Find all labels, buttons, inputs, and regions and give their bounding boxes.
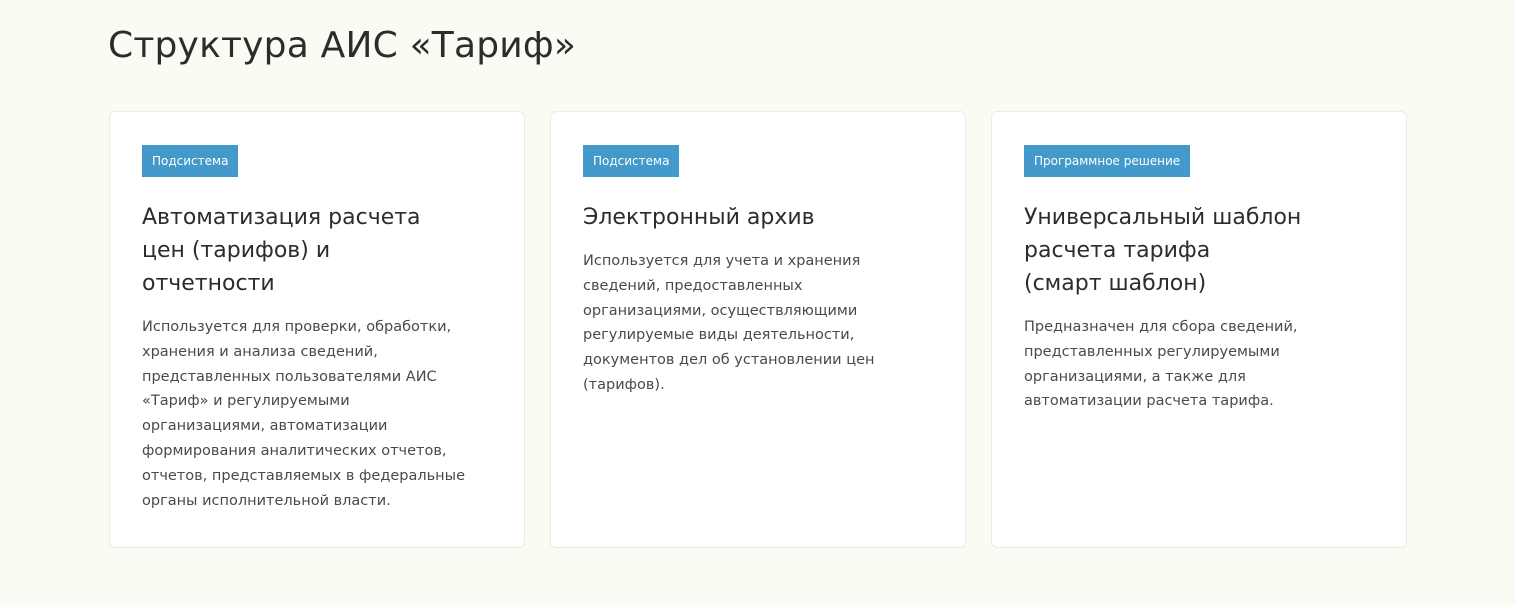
card-description-line: Предназначен для сбора сведений, — [1024, 319, 1298, 335]
card-description-line: сведений, предоставленных — [583, 277, 803, 294]
card-description-line: Используется для проверки, обработки, — [142, 319, 452, 335]
card-description-line: хранения и анализа сведений, — [142, 343, 378, 360]
card-smart-template[interactable]: Программное решение Универсальный шаблон… — [991, 111, 1407, 548]
card-description-line: организациями, автоматизации — [142, 418, 388, 435]
card-description-line: формирования аналитических отчетов, — [142, 442, 447, 459]
card-description-line: документов дел об установлении цен — [583, 352, 875, 369]
category-badge: Подсистема — [583, 145, 680, 177]
category-badge: Подсистема — [142, 145, 239, 177]
category-badge: Программное решение — [1024, 145, 1191, 177]
card-description-line: отчетов, представляемых в федеральные — [142, 467, 466, 484]
card-description-line: регулируемые виды деятельности, — [583, 327, 855, 344]
card-description: Используется для учета и хранения сведен… — [583, 249, 945, 398]
card-title-line: цен (тарифов) и — [142, 238, 331, 263]
card-description-line: (тарифов). — [583, 376, 665, 393]
card-description-line: автоматизации расчета тарифа. — [1024, 393, 1274, 410]
card-description-line: организациями, а также для — [1024, 368, 1246, 385]
card-title-line: Электронный архив — [583, 205, 815, 230]
structure-section: Структура АИС «Тариф» Подсистема Автомат… — [0, 0, 1515, 605]
page-title: Структура АИС «Тариф» — [108, 25, 577, 66]
card-description-line: Используется для учета и хранения — [583, 253, 861, 269]
card-title-line: Автоматизация расчета — [142, 205, 421, 230]
card-title-line: расчета тарифа — [1024, 238, 1211, 263]
card-title-line: (смарт шаблон) — [1024, 271, 1207, 296]
card-description-line: представленных пользователями АИС — [142, 368, 437, 385]
card-description-line: «Тариф» и регулируемыми — [142, 393, 350, 410]
card-tariff-automation[interactable]: Подсистема Автоматизация расчета цен (та… — [109, 111, 525, 548]
card-electronic-archive[interactable]: Подсистема Электронный архив Используетс… — [550, 111, 966, 548]
card-title[interactable]: Электронный архив — [583, 201, 945, 234]
card-description-line: органы исполнительной власти. — [142, 492, 391, 509]
cards-row: Подсистема Автоматизация расчета цен (та… — [109, 111, 1407, 548]
card-description-line: представленных регулируемыми — [1024, 343, 1280, 360]
card-title-line: отчетности — [142, 271, 275, 296]
card-description: Предназначен для сбора сведений, предста… — [1024, 315, 1386, 414]
card-title-line: Универсальный шаблон — [1024, 205, 1302, 230]
card-title[interactable]: Автоматизация расчета цен (тарифов) и от… — [142, 201, 504, 300]
card-description: Используется для проверки, обработки, хр… — [142, 315, 504, 513]
card-description-line: организациями, осуществляющими — [583, 302, 858, 319]
card-title[interactable]: Универсальный шаблон расчета тарифа (сма… — [1024, 201, 1386, 300]
